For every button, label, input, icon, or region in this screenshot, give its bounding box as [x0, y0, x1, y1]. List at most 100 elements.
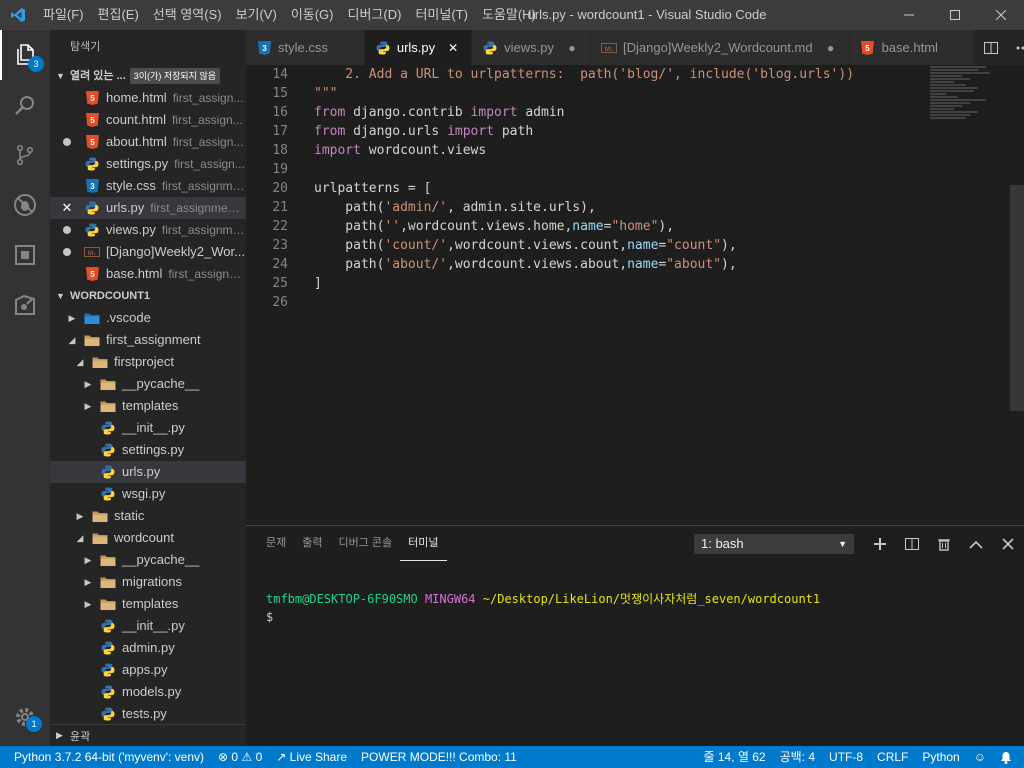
open-editor-name: urls.py — [106, 200, 145, 215]
close-icon[interactable]: ✕ — [62, 197, 73, 219]
maximize-panel-icon[interactable] — [960, 531, 992, 557]
editor-tab[interactable]: 3 style.css — [246, 30, 365, 65]
menu-item-1[interactable]: 편집(E) — [91, 0, 146, 30]
source-control-icon[interactable] — [0, 130, 50, 180]
open-editor-item[interactable]: views.py first_assignme... — [50, 219, 246, 241]
tree-item[interactable]: models.py — [50, 681, 246, 703]
tree-item[interactable]: ◢ first_assignment — [50, 329, 246, 351]
tree-item[interactable]: tests.py — [50, 703, 246, 725]
open-editor-item[interactable]: 5 count.html first_assign... — [50, 109, 246, 131]
extensions-icon[interactable] — [0, 230, 50, 280]
minimap[interactable] — [930, 65, 1010, 125]
close-window-icon[interactable] — [978, 0, 1024, 30]
encoding[interactable]: UTF-8 — [822, 746, 870, 768]
tree-item[interactable]: settings.py — [50, 439, 246, 461]
problems-indicator[interactable]: ⊗ 0 ⚠ 0 — [211, 746, 269, 768]
maximize-icon[interactable] — [932, 0, 978, 30]
tree-item[interactable]: ▶ migrations — [50, 571, 246, 593]
python-interpreter[interactable]: Python 3.7.2 64-bit ('myvenv': venv) — [0, 746, 211, 768]
open-editor-item[interactable]: 3 style.css first_assignme... — [50, 175, 246, 197]
markdown-file-icon: M↓ — [601, 40, 617, 56]
tree-item[interactable]: ▶ __pycache__ — [50, 373, 246, 395]
outline-header[interactable]: ▶ 윤곽 — [50, 724, 246, 746]
feedback-smiley-icon[interactable]: ☺ — [967, 746, 993, 768]
more-actions-icon[interactable] — [1007, 30, 1024, 65]
open-editor-item[interactable]: 5 about.html first_assign... — [50, 131, 246, 153]
menu-item-6[interactable]: 터미널(T) — [408, 0, 474, 30]
editor-tab[interactable]: 5 base.html — [849, 30, 975, 65]
open-editors-header[interactable]: ▼ 열려 있는 ... 3이(가) 저장되지 않음 — [50, 65, 246, 87]
trash-icon[interactable] — [928, 531, 960, 557]
remote-explorer-icon[interactable] — [0, 280, 50, 330]
minimize-icon[interactable] — [886, 0, 932, 30]
open-editor-item[interactable]: M↓ [Django]Weekly2_Wor... — [50, 241, 246, 263]
panel-tab[interactable]: 디버그 콘솔 — [331, 526, 401, 561]
terminal-select[interactable]: 1: bash ▼ — [694, 534, 854, 554]
open-editor-item[interactable]: settings.py first_assign... — [50, 153, 246, 175]
tree-item[interactable]: urls.py — [50, 461, 246, 483]
open-editor-item[interactable]: ✕ urls.py first_assignment... — [50, 197, 246, 219]
open-editor-item[interactable]: 5 base.html first_assignm... — [50, 263, 246, 285]
line-ending[interactable]: CRLF — [870, 746, 915, 768]
open-editor-item[interactable]: 5 home.html first_assign... — [50, 87, 246, 109]
chevron-down-icon: ▼ — [838, 539, 847, 549]
tree-item[interactable]: __init__.py — [50, 615, 246, 637]
unsaved-dot-icon[interactable]: ● — [564, 41, 580, 55]
code-line: 17 from django.urls import path — [246, 122, 1024, 141]
menu-item-2[interactable]: 선택 영역(S) — [146, 0, 229, 30]
tree-item[interactable]: ▶ templates — [50, 395, 246, 417]
vertical-scrollbar[interactable] — [1010, 185, 1024, 411]
language-mode[interactable]: Python — [915, 746, 966, 768]
editor-tab[interactable]: urls.py ✕ — [364, 30, 473, 65]
tree-item-label: urls.py — [122, 464, 161, 479]
tree-item[interactable]: apps.py — [50, 659, 246, 681]
menu-item-3[interactable]: 보기(V) — [229, 0, 284, 30]
split-terminal-icon[interactable] — [896, 531, 928, 557]
line-number: 18 — [272, 143, 288, 158]
workspace-header[interactable]: ▼ WORDCOUNT1 — [50, 285, 246, 307]
open-editors-list: 5 home.html first_assign... 5 count.html firs… — [50, 87, 246, 285]
close-icon[interactable]: ✕ — [445, 41, 461, 55]
code-text: from django.contrib import admin — [288, 103, 564, 122]
tree-item[interactable]: __init__.py — [50, 417, 246, 439]
menu-item-0[interactable]: 파일(F) — [36, 0, 91, 30]
tree-item[interactable]: ▶ templates — [50, 593, 246, 615]
tree-item[interactable]: ▶ __pycache__ — [50, 549, 246, 571]
tree-item[interactable]: ▶ .vscode — [50, 307, 246, 329]
notifications-bell-icon[interactable] — [993, 746, 1024, 768]
code-token: path — [494, 124, 534, 139]
editor-tab[interactable]: views.py ● — [472, 30, 591, 65]
gear-icon[interactable]: 1 — [0, 692, 50, 742]
cursor-position[interactable]: 줄 14, 열 62 — [696, 746, 772, 768]
split-editor-icon[interactable] — [975, 30, 1007, 65]
debug-icon[interactable] — [0, 180, 50, 230]
menu-item-4[interactable]: 이동(G) — [284, 0, 341, 30]
menu-item-7[interactable]: 도움말(H) — [475, 0, 543, 30]
folder-icon — [100, 398, 116, 414]
minimap-line — [930, 108, 954, 110]
explorer-icon[interactable]: 3 — [0, 30, 50, 80]
panel-tab[interactable]: 문제 — [258, 526, 294, 561]
new-terminal-icon[interactable] — [864, 531, 896, 557]
tree-item[interactable]: ▶ static — [50, 505, 246, 527]
indentation[interactable]: 공백: 4 — [773, 746, 822, 768]
tree-item[interactable]: admin.py — [50, 637, 246, 659]
code-token: import — [314, 143, 361, 158]
html-file-icon: 5 — [84, 134, 100, 150]
menu-item-5[interactable]: 디버그(D) — [341, 0, 409, 30]
chevron-right-icon: ▶ — [84, 401, 92, 411]
tree-item[interactable]: wsgi.py — [50, 483, 246, 505]
editor-tab[interactable]: M↓ [Django]Weekly2_Wordcount.md ● — [591, 30, 850, 65]
tree-item[interactable]: ◢ wordcount — [50, 527, 246, 549]
code-editor[interactable]: 14 2. Add a URL to urlpatterns: path('bl… — [246, 65, 1024, 525]
terminal-output[interactable]: tmfbm@DESKTOP-6F90SMO MINGW64 ~/Desktop/… — [266, 590, 820, 626]
search-icon[interactable] — [0, 80, 50, 130]
live-share-button[interactable]: ↗ Live Share — [269, 746, 354, 768]
panel-tab[interactable]: 터미널 — [400, 526, 447, 561]
close-panel-icon[interactable] — [992, 531, 1024, 557]
unsaved-dot-icon[interactable]: ● — [823, 41, 839, 55]
tree-item[interactable]: ◢ firstproject — [50, 351, 246, 373]
folder-icon — [100, 596, 116, 612]
open-editor-name: views.py — [106, 222, 156, 237]
panel-tab[interactable]: 출력 — [294, 526, 330, 561]
